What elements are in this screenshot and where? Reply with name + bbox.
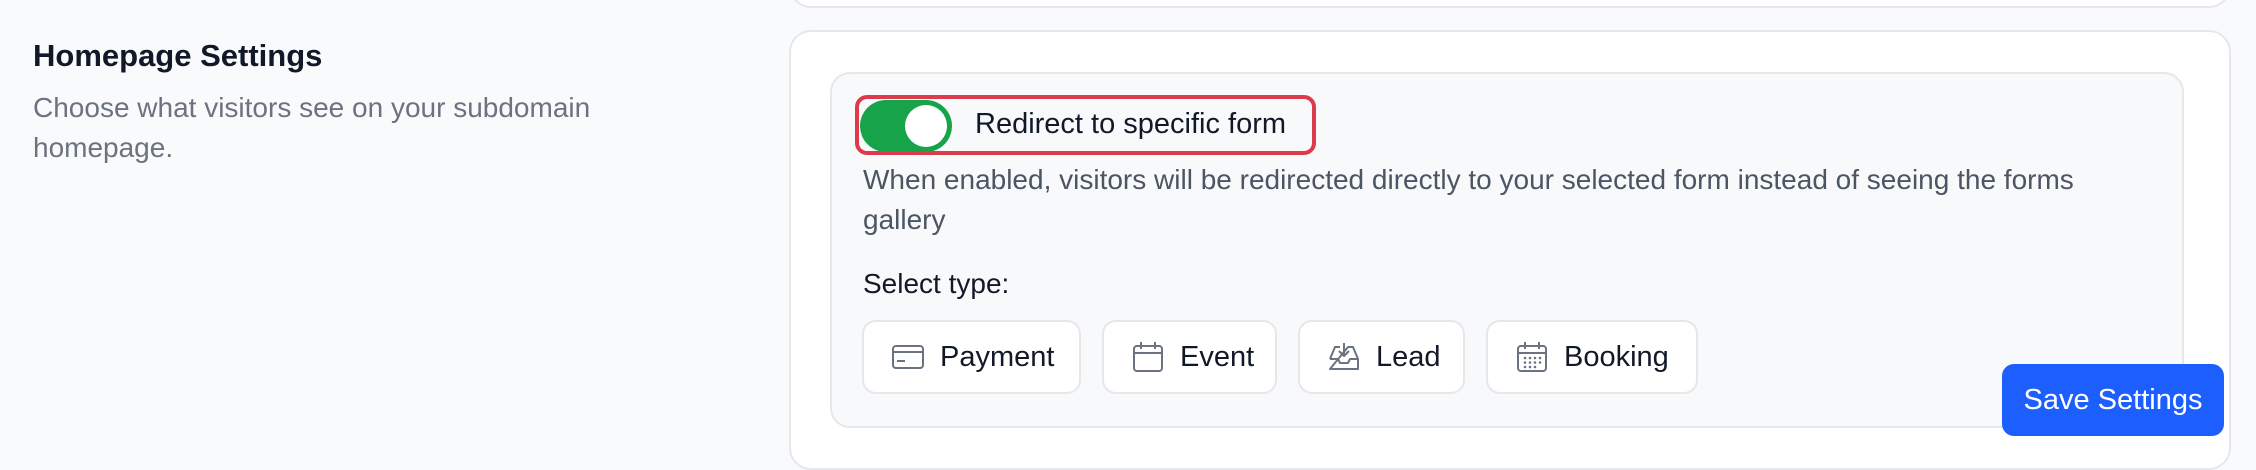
- type-option-booking[interactable]: Booking: [1486, 320, 1698, 394]
- type-option-payment[interactable]: Payment: [862, 320, 1081, 394]
- section-description: Choose what visitors see on your subdoma…: [33, 92, 591, 163]
- redirect-help-text: When enabled, visitors will be redirecte…: [863, 164, 2074, 235]
- select-type-label: Select type:: [863, 268, 1010, 299]
- inbox-download-icon: [1326, 339, 1362, 375]
- calendar-icon: [1130, 339, 1166, 375]
- type-option-label: Event: [1180, 340, 1255, 373]
- type-option-label: Lead: [1376, 340, 1441, 373]
- toggle-knob: [905, 105, 947, 147]
- section-title: Homepage Settings: [33, 38, 323, 73]
- credit-card-icon: [890, 339, 926, 375]
- save-settings-button[interactable]: Save Settings: [2002, 364, 2224, 436]
- type-option-event[interactable]: Event: [1102, 320, 1277, 394]
- previous-settings-card: [789, 0, 2231, 8]
- redirect-toggle[interactable]: [860, 100, 952, 152]
- redirect-toggle-label[interactable]: Redirect to specific form: [975, 104, 1286, 144]
- calendar-grid-icon: [1514, 339, 1550, 375]
- type-option-label: Payment: [940, 340, 1055, 373]
- type-option-lead[interactable]: Lead: [1298, 320, 1465, 394]
- type-option-label: Booking: [1564, 340, 1669, 373]
